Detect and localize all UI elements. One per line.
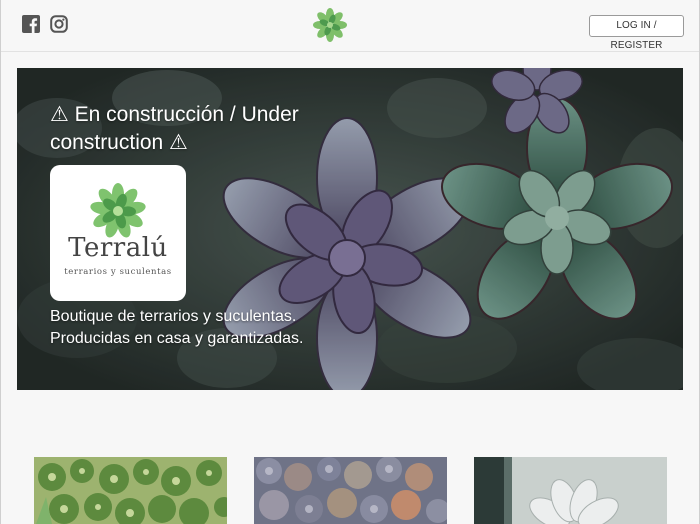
hero-description: Boutique de terrarios y suculentas. Prod… bbox=[50, 306, 390, 350]
succulent-logo-icon[interactable] bbox=[313, 8, 347, 42]
social-links bbox=[22, 15, 68, 33]
terralu-logo-card: Terralú terrarios y suculentas bbox=[50, 165, 186, 301]
product-card-pale-succulent[interactable] bbox=[474, 457, 667, 524]
logo-tagline: terrarios y suculentas bbox=[64, 267, 172, 277]
product-card-succulents[interactable] bbox=[254, 457, 447, 524]
login-register-button[interactable]: LOG IN / REGISTER bbox=[589, 15, 684, 51]
logo-wordmark: Terralú bbox=[68, 233, 168, 263]
facebook-icon[interactable] bbox=[22, 15, 40, 33]
product-card-cactus[interactable] bbox=[34, 457, 227, 524]
hero-banner: ⚠ En construcción / Under construction ⚠ bbox=[17, 68, 683, 390]
description-line-2: Producidas en casa y garantizadas. bbox=[50, 330, 304, 347]
succulents-photo bbox=[254, 457, 447, 524]
construction-heading: ⚠ En construcción / Under construction ⚠ bbox=[50, 103, 299, 154]
description-line-1: Boutique de terrarios y suculentas. bbox=[50, 308, 297, 325]
cactus-photo bbox=[34, 457, 227, 524]
instagram-icon[interactable] bbox=[50, 15, 68, 33]
top-navigation: LOG IN / REGISTER bbox=[0, 0, 700, 52]
succulent-logo-icon bbox=[90, 183, 146, 238]
pale-succulent-photo bbox=[474, 457, 667, 524]
